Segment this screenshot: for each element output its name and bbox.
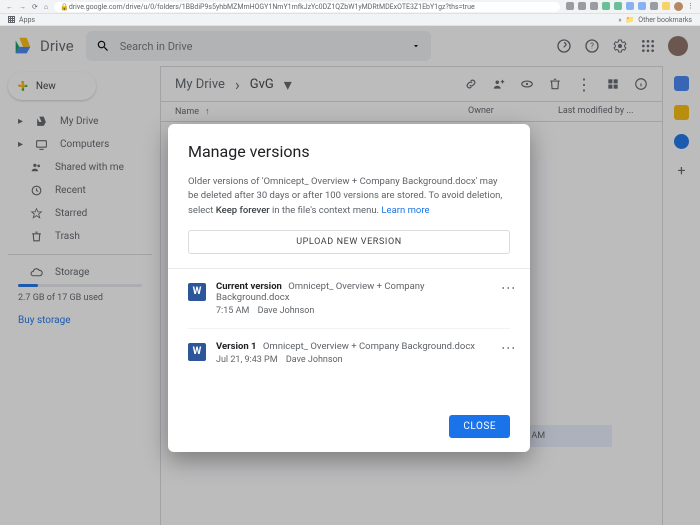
star-icon[interactable] — [590, 2, 598, 10]
forward-icon[interactable]: → — [19, 3, 26, 11]
browser-nav: ← → ⟳ ⌂ — [6, 3, 48, 11]
ext-icon[interactable] — [626, 2, 634, 10]
ext-icon[interactable] — [650, 2, 658, 10]
version-more-icon[interactable]: ⋮ — [506, 281, 510, 316]
word-doc-icon: W — [188, 343, 206, 361]
bookmark-overflow-icon[interactable]: » — [618, 16, 621, 24]
version-time: 7:15 AM — [216, 306, 249, 316]
dialog-title: Manage versions — [188, 142, 510, 161]
version-title: Current version — [216, 281, 282, 292]
version-row: W Version 1 Omnicept_ Overview + Company… — [188, 329, 510, 377]
ext-icon[interactable] — [662, 2, 670, 10]
folder-icon: 📁 — [626, 16, 635, 24]
ext-icon[interactable] — [614, 2, 622, 10]
version-more-icon[interactable]: ⋮ — [506, 341, 510, 365]
url-text: drive.google.com/drive/u/0/folders/1BBdi… — [69, 3, 475, 11]
version-author: Dave Johnson — [286, 355, 343, 365]
url-bar[interactable]: 🔒 drive.google.com/drive/u/0/folders/1BB… — [54, 2, 560, 12]
version-title: Version 1 — [216, 341, 257, 352]
ext-icon[interactable] — [638, 2, 646, 10]
other-bookmarks[interactable]: Other bookmarks — [638, 16, 692, 24]
ext-icon[interactable] — [578, 2, 586, 10]
lock-icon: 🔒 — [60, 3, 69, 11]
dialog-body: Older versions of 'Omnicept_ Overview + … — [188, 175, 510, 218]
bookmarks-bar: Apps » 📁 Other bookmarks — [0, 14, 700, 26]
ext-icon[interactable] — [566, 2, 574, 10]
version-time: Jul 21, 9:43 PM — [216, 355, 278, 365]
reload-icon[interactable]: ⟳ — [32, 3, 38, 11]
close-button[interactable]: CLOSE — [449, 415, 510, 438]
learn-more-link[interactable]: Learn more — [381, 205, 429, 216]
apps-label[interactable]: Apps — [19, 16, 35, 24]
chrome-menu-icon[interactable]: ⋮ — [687, 2, 694, 11]
word-doc-icon: W — [188, 283, 206, 301]
version-filename: Omnicept_ Overview + Company Background.… — [263, 341, 475, 352]
home-icon[interactable]: ⌂ — [44, 3, 48, 11]
extension-icons: ⋮ — [566, 2, 694, 11]
version-author: Dave Johnson — [258, 306, 315, 316]
apps-grid-icon[interactable] — [8, 16, 15, 23]
ext-icon[interactable] — [602, 2, 610, 10]
manage-versions-dialog: Manage versions Older versions of 'Omnic… — [168, 124, 530, 452]
profile-avatar[interactable] — [674, 2, 683, 11]
browser-toolbar: ← → ⟳ ⌂ 🔒 drive.google.com/drive/u/0/fol… — [0, 0, 700, 14]
version-row: W Current version Omnicept_ Overview + C… — [188, 269, 510, 329]
back-icon[interactable]: ← — [6, 3, 13, 11]
upload-version-button[interactable]: UPLOAD NEW VERSION — [188, 230, 510, 254]
